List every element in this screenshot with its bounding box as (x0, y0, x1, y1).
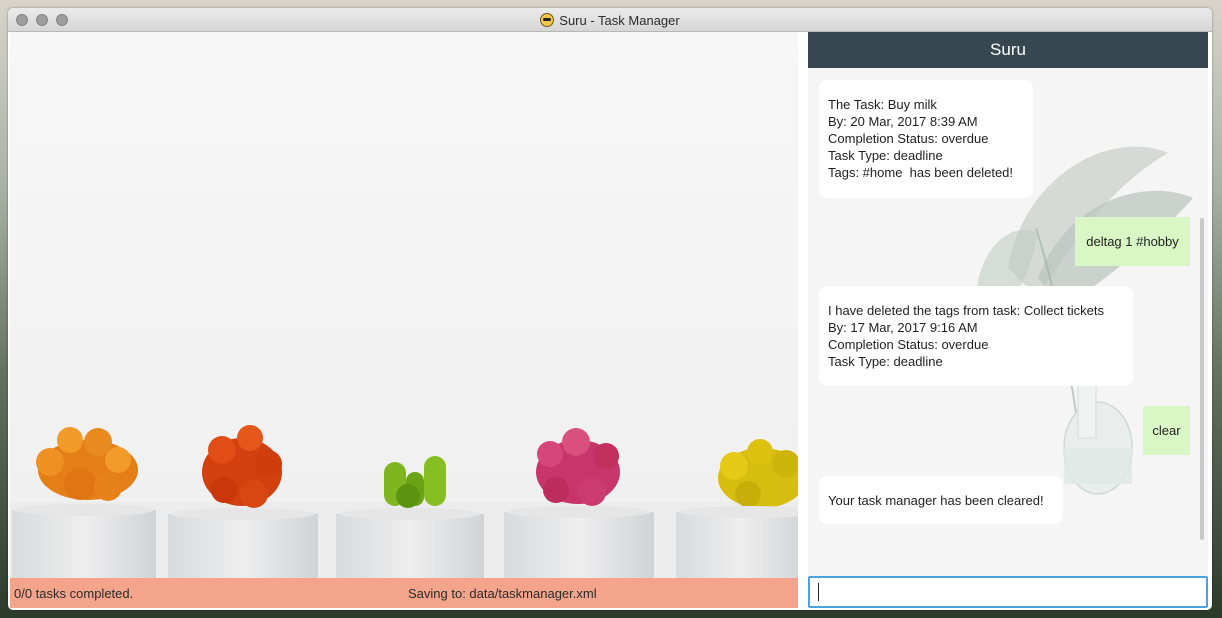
app-window: Suru - Task Manager 0/0 tasks completed.… (8, 8, 1212, 610)
chat-scrollbar[interactable] (1200, 218, 1204, 540)
status-bar: 0/0 tasks completed. Saving to: data/tas… (10, 578, 798, 608)
chat-message-bot: The Task: Buy milk By: 20 Mar, 2017 8:39… (819, 80, 1033, 198)
tasks-completed-status: 0/0 tasks completed. (14, 586, 134, 601)
chat-header: Suru (808, 32, 1208, 68)
chat-panel: Suru The Task: Buy milk By: 20 Mar, 2017… (808, 32, 1208, 610)
chat-title: Suru (990, 40, 1026, 59)
save-location-status: Saving to: data/taskmanager.xml (408, 586, 597, 601)
sunglasses-app-icon (540, 13, 555, 27)
cactus-background-image (10, 32, 798, 578)
chat-message-bot: Your task manager has been cleared! (819, 476, 1063, 524)
chat-message-user: clear (1143, 406, 1190, 455)
window-title: Suru - Task Manager (559, 12, 680, 28)
command-input[interactable] (808, 576, 1208, 608)
chat-message-list[interactable]: The Task: Buy milk By: 20 Mar, 2017 8:39… (808, 68, 1208, 580)
chat-message-bot: I have deleted the tags from task: Colle… (819, 286, 1133, 386)
background-panel (10, 32, 798, 578)
text-caret (818, 583, 819, 601)
chat-message-user: deltag 1 #hobby (1075, 217, 1190, 266)
title-bar: Suru - Task Manager (8, 8, 1212, 32)
